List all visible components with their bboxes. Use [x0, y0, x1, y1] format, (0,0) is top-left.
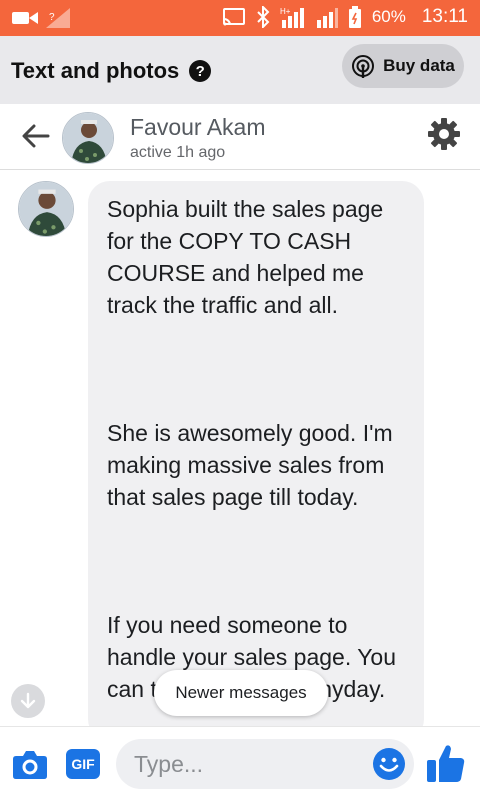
back-arrow-icon[interactable]	[20, 120, 52, 152]
contact-name: Favour Akam	[130, 114, 266, 140]
gear-icon[interactable]	[426, 116, 462, 152]
signal-icon	[316, 8, 338, 28]
camera-icon[interactable]	[12, 747, 48, 781]
message-paragraph: She is awesomely good. I'm making massiv…	[107, 420, 393, 510]
gif-button[interactable]: GIF	[66, 749, 100, 779]
message-input[interactable]	[134, 749, 364, 779]
broadcast-icon	[352, 55, 375, 78]
contact-status: active 1h ago	[130, 144, 226, 161]
message-input-box[interactable]	[116, 739, 414, 789]
sender-avatar[interactable]	[18, 181, 74, 237]
svg-text:?: ?	[49, 12, 55, 23]
buy-data-label: Buy data	[383, 56, 455, 75]
status-bar: ? H+ 60% 13:11	[0, 0, 480, 36]
message-bubble[interactable]: Sophia built the sales page for the COPY…	[88, 181, 424, 741]
down-arrow-icon	[20, 692, 36, 709]
buy-data-button[interactable]: Buy data	[342, 44, 464, 88]
conversation-header: Favour Akam active 1h ago	[0, 104, 480, 170]
avatar[interactable]	[62, 112, 114, 164]
signal-icon: ?	[46, 8, 70, 28]
battery-icon	[348, 6, 361, 28]
page-title: Text and photos ?	[11, 58, 212, 84]
help-icon[interactable]: ?	[189, 60, 212, 82]
clock: 13:11	[421, 6, 468, 27]
contact-photo	[63, 113, 113, 163]
newer-messages-button[interactable]: Newer messages	[154, 670, 328, 716]
message-paragraph: Sophia built the sales page for the COPY…	[107, 196, 384, 318]
scroll-down-button[interactable]	[11, 684, 45, 718]
emoji-icon[interactable]	[372, 747, 406, 781]
top-header: Text and photos ? Buy data	[0, 36, 480, 104]
composer: GIF	[0, 726, 480, 800]
signal-icon: H+	[280, 7, 304, 28]
page-title-text: Text and photos	[11, 58, 180, 83]
bluetooth-icon	[257, 6, 270, 28]
svg-text:H+: H+	[280, 7, 291, 16]
battery-percentage: 60%	[371, 7, 406, 26]
sender-photo	[19, 182, 73, 236]
video-icon	[12, 12, 38, 24]
cast-icon	[222, 8, 245, 26]
thumbs-up-icon[interactable]	[426, 742, 466, 784]
